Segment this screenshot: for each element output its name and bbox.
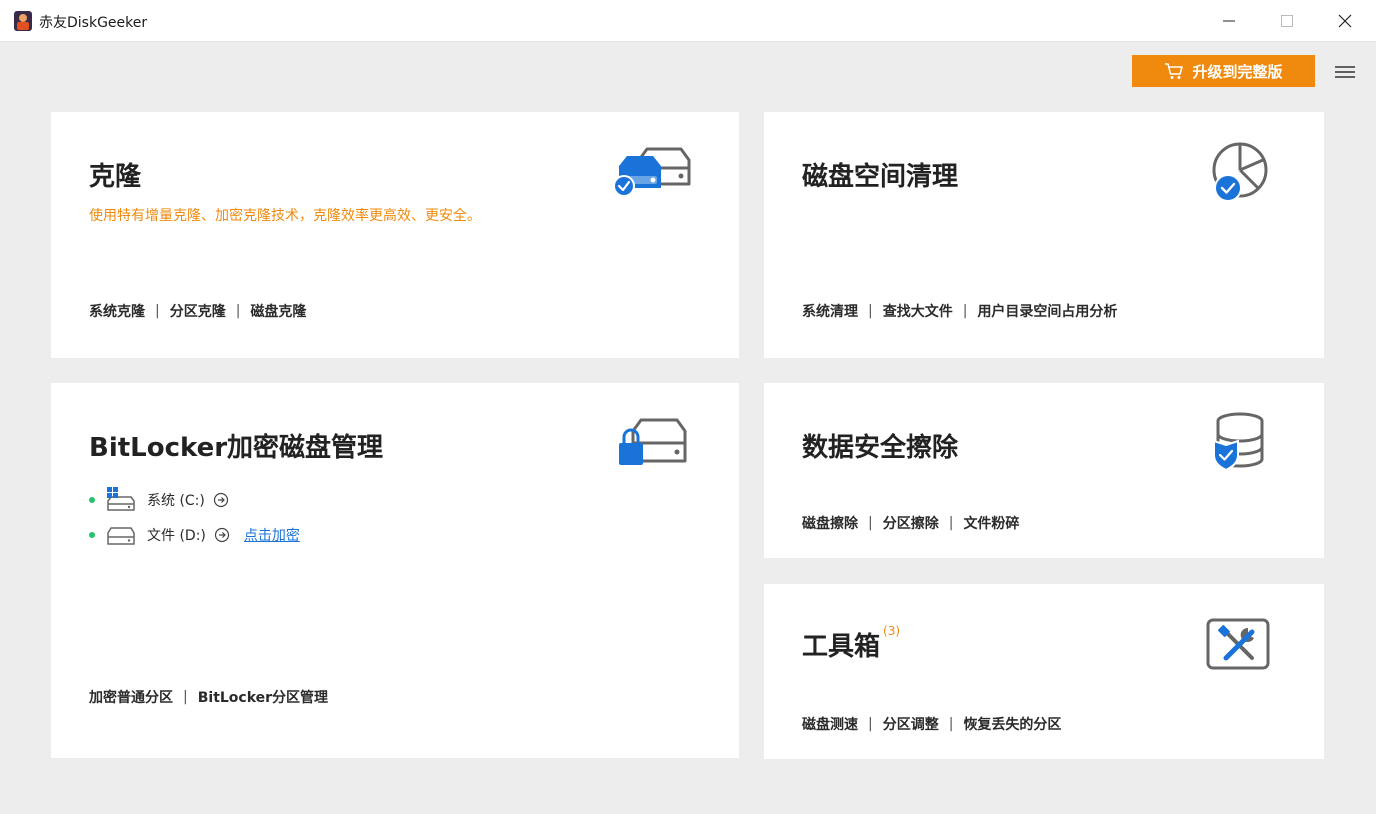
encrypt-drive-link[interactable]: 点击加密 [244, 525, 300, 545]
clone-subtitle: 使用特有增量克隆、加密克隆技术，克隆效率更高效、更安全。 [89, 208, 481, 224]
drive-c-label: 系统 (C:) [147, 493, 205, 509]
system-clean-link[interactable]: 系统清理 [802, 301, 858, 321]
file-shred-link[interactable]: 文件粉碎 [963, 513, 1019, 533]
toolbox-title-text: 工具箱 [802, 632, 881, 662]
disk-clean-title: 磁盘空间清理 [802, 162, 959, 192]
bitlocker-links: 加密普通分区 | BitLocker分区管理 [89, 687, 329, 707]
disk-wipe-link[interactable]: 磁盘擦除 [802, 513, 858, 533]
user-dir-analysis-link[interactable]: 用户目录空间占用分析 [977, 301, 1117, 321]
maximize-button[interactable] [1258, 0, 1316, 42]
disk-clean-card[interactable]: 磁盘空间清理 系统清理 | 查找大文件 | 用户目录空间占用分析 [764, 112, 1324, 358]
disk-speed-test-link[interactable]: 磁盘测速 [802, 714, 858, 734]
upgrade-label: 升级到完整版 [1192, 62, 1283, 81]
cart-icon [1165, 63, 1184, 79]
data-wipe-links: 磁盘擦除 | 分区擦除 | 文件粉碎 [802, 513, 1020, 533]
disk-clean-links: 系统清理 | 查找大文件 | 用户目录空间占用分析 [802, 301, 1118, 321]
encrypt-partition-link[interactable]: 加密普通分区 [89, 687, 173, 707]
data-wipe-card[interactable]: 数据安全擦除 磁盘擦除 | 分区擦除 | 文件粉碎 [764, 383, 1324, 558]
database-shield-icon [1213, 412, 1264, 472]
status-dot [89, 497, 95, 503]
hamburger-icon [1335, 66, 1355, 78]
minimize-icon [1223, 20, 1235, 22]
recover-partition-link[interactable]: 恢复丢失的分区 [963, 714, 1061, 734]
bitlocker-title: BitLocker加密磁盘管理 [89, 433, 384, 463]
data-wipe-title: 数据安全擦除 [802, 433, 959, 463]
close-button[interactable] [1316, 0, 1374, 42]
drive-icon [107, 527, 135, 545]
pie-check-icon [1212, 142, 1268, 202]
window-title: 赤友DiskGeeker [39, 15, 148, 31]
toolbox-count-badge: (3) [883, 624, 901, 638]
partition-resize-link[interactable]: 分区调整 [883, 714, 939, 734]
drive-row-d[interactable]: 文件 (D:) 点击加密 [89, 522, 300, 548]
clone-links: 系统克隆 | 分区克隆 | 磁盘克隆 [89, 301, 307, 321]
bitlocker-manage-link[interactable]: BitLocker分区管理 [198, 687, 328, 707]
drive-lock-icon [619, 418, 687, 465]
main-menu-button[interactable] [1330, 60, 1360, 84]
drive-row-c[interactable]: 系统 (C:) [89, 487, 243, 513]
drive-d-label: 文件 (D:) [147, 528, 206, 544]
drive-clone-icon [613, 147, 691, 197]
arrow-circle-right-icon[interactable] [214, 527, 230, 543]
arrow-circle-right-icon[interactable] [213, 492, 229, 508]
windows-drive-icon [107, 487, 135, 511]
upgrade-button[interactable]: 升级到完整版 [1132, 55, 1315, 87]
clone-title: 克隆 [89, 162, 142, 192]
toolbox-icon [1206, 618, 1270, 670]
find-large-files-link[interactable]: 查找大文件 [883, 301, 953, 321]
toolbox-title: 工具箱(3) [802, 624, 901, 663]
partition-wipe-link[interactable]: 分区擦除 [883, 513, 939, 533]
minimize-button[interactable] [1200, 0, 1258, 42]
app-logo-icon [14, 11, 32, 31]
system-clone-link[interactable]: 系统克隆 [89, 301, 145, 321]
close-icon [1338, 14, 1352, 28]
toolbox-card[interactable]: 工具箱(3) 磁盘测速 | 分区调整 | 恢复丢失的分区 [764, 584, 1324, 759]
title-bar: 赤友DiskGeeker [0, 0, 1376, 42]
toolbox-links: 磁盘测速 | 分区调整 | 恢复丢失的分区 [802, 714, 1062, 734]
bitlocker-card[interactable]: BitLocker加密磁盘管理 系统 (C:) 文件 (D:) 点击加密 加密普… [51, 383, 739, 758]
disk-clone-link[interactable]: 磁盘克隆 [250, 301, 306, 321]
partition-clone-link[interactable]: 分区克隆 [170, 301, 226, 321]
status-dot [89, 532, 95, 538]
clone-card[interactable]: 克隆 使用特有增量克隆、加密克隆技术，克隆效率更高效、更安全。 系统克隆 | 分… [51, 112, 739, 358]
maximize-icon [1281, 15, 1293, 27]
